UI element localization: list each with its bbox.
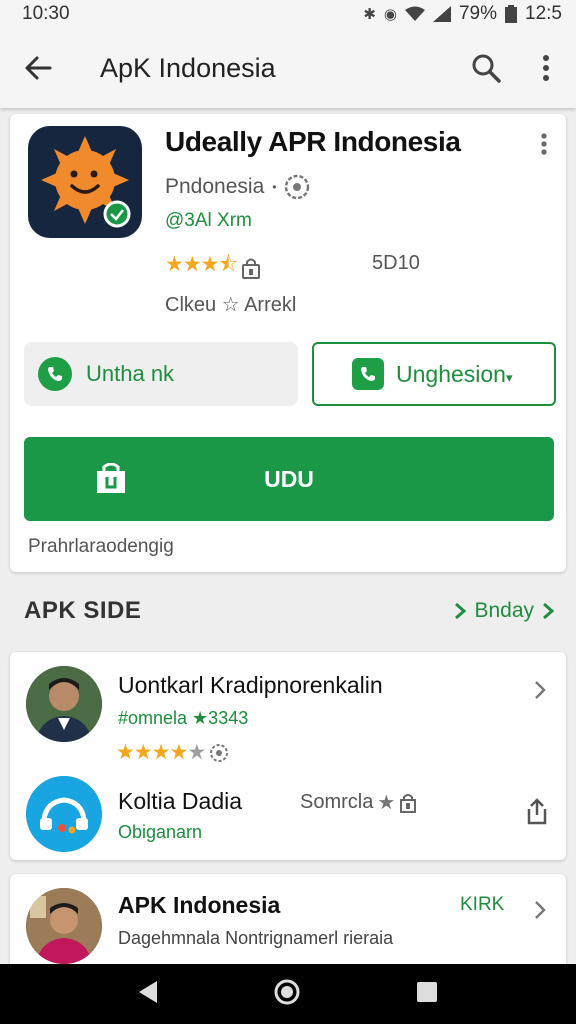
list-item[interactable]: Koltia Dadia Obiganarn Somrcla ★ bbox=[10, 764, 566, 860]
share-button[interactable] bbox=[522, 796, 552, 826]
chevron-right-icon bbox=[528, 678, 552, 702]
search-button[interactable] bbox=[456, 28, 516, 108]
page-title: ApK Indonesia bbox=[100, 52, 276, 83]
list-item-title: Koltia Dadia bbox=[118, 788, 243, 814]
dropdown-action-label: Unghesion▾ bbox=[396, 360, 513, 387]
list-item-title: Uontkarl Kradipnorenkalin bbox=[118, 672, 383, 698]
app-detail-card: Udeally APR Indonesia Pndonesia • @3Al X… bbox=[10, 114, 566, 572]
phone-icon bbox=[352, 358, 384, 390]
share-icon bbox=[527, 798, 547, 825]
phone-icon bbox=[38, 357, 72, 391]
battery-percent: 79% bbox=[458, 3, 498, 24]
signal-icon bbox=[432, 6, 451, 22]
more-vert-icon bbox=[541, 133, 547, 155]
app-name: Udeally APR Indonesia bbox=[165, 126, 461, 157]
star-icon: ★ bbox=[377, 792, 396, 814]
app-more-button[interactable] bbox=[532, 132, 556, 156]
separator-dot: • bbox=[272, 180, 277, 194]
list-item-meta-label: Somrcla bbox=[300, 791, 374, 813]
status-clock: 12:5 bbox=[525, 3, 562, 24]
action-buttons: Untha nk Unghesion▾ bbox=[24, 342, 556, 408]
nav-back-button[interactable] bbox=[137, 979, 159, 1010]
app-tag: @3Al Xrm bbox=[165, 210, 252, 231]
list-item[interactable]: Uontkarl Kradipnorenkalin #omnela ★3343 … bbox=[10, 652, 566, 764]
star-rating: ★★★⯪ bbox=[165, 253, 238, 276]
install-button[interactable]: UDU bbox=[24, 437, 554, 521]
triangle-back-icon bbox=[139, 980, 157, 1003]
section-link-label: Bnday bbox=[474, 599, 534, 622]
avatar bbox=[26, 666, 102, 742]
rating-row: ★★★⯪ bbox=[165, 250, 261, 285]
status-time: 10:30 bbox=[22, 3, 70, 24]
bluetooth-icon: ✱ bbox=[363, 6, 376, 23]
lock-badge-icon bbox=[242, 258, 261, 279]
app-bar: ApK Indonesia bbox=[0, 28, 576, 108]
star-rating: ★★★★★ bbox=[116, 741, 206, 764]
secondary-action-label: Untha nk bbox=[86, 361, 175, 386]
badge-icon bbox=[210, 743, 229, 762]
package-icon bbox=[97, 463, 125, 493]
square-recents-icon bbox=[417, 981, 437, 1002]
avatar bbox=[26, 888, 102, 964]
avatar bbox=[26, 776, 102, 852]
nav-home-button[interactable] bbox=[273, 978, 301, 1011]
more-vert-icon bbox=[543, 55, 549, 81]
verified-badge-icon bbox=[285, 174, 310, 200]
sun-face-icon bbox=[41, 136, 131, 228]
list-item-title: APK Indonesia bbox=[118, 892, 281, 918]
status-bar: 10:30 ✱ ◉ 79% 12:5 bbox=[0, 0, 576, 28]
list-item-subtitle: Obiganarn bbox=[118, 822, 203, 842]
list-item-rating: ★★★★★ bbox=[116, 740, 229, 765]
list-item-subtitle: #omnela ★3343 bbox=[118, 708, 249, 728]
chevron-right-icon bbox=[528, 898, 552, 922]
chevron-right-icon bbox=[455, 602, 467, 620]
caret-down-icon: ▾ bbox=[505, 369, 513, 385]
secondary-action-button[interactable]: Untha nk bbox=[24, 342, 298, 406]
list-item-subtitle: Dagehmnala Nontrignamerl rieraia bbox=[118, 928, 394, 948]
back-button[interactable] bbox=[0, 28, 76, 108]
download-count: 5D10 bbox=[372, 252, 420, 274]
alarm-icon: ◉ bbox=[383, 6, 397, 23]
install-label: UDU bbox=[264, 465, 314, 492]
developer-name: Pndonesia bbox=[165, 175, 265, 198]
install-caption: Prahrlaraodengig bbox=[28, 536, 174, 557]
content-rating: Clkeu ☆ Arrekl bbox=[165, 294, 297, 316]
status-icons: ✱ ◉ 79% 12:5 bbox=[363, 3, 562, 25]
search-icon bbox=[472, 54, 501, 83]
lock-badge-icon bbox=[400, 793, 417, 813]
section-see-more-link[interactable]: Bnday bbox=[454, 599, 554, 623]
app-icon[interactable] bbox=[28, 126, 142, 238]
chevron-right-icon bbox=[543, 602, 554, 620]
dropdown-action-button[interactable]: Unghesion▾ bbox=[312, 342, 556, 406]
section-title: APK SIDE bbox=[24, 597, 142, 624]
arrow-left-icon bbox=[25, 56, 52, 80]
app-list-card: Uontkarl Kradipnorenkalin #omnela ★3343 … bbox=[10, 652, 566, 860]
wifi-icon bbox=[404, 6, 425, 21]
nav-recents-button[interactable] bbox=[415, 980, 439, 1009]
list-item-meta: Somrcla ★ bbox=[300, 790, 417, 815]
developer-row[interactable]: Pndonesia • bbox=[165, 174, 310, 200]
list-item-badge: KIRK bbox=[460, 894, 505, 915]
battery-icon bbox=[505, 5, 518, 23]
circle-home-icon bbox=[274, 979, 300, 1004]
system-nav-bar bbox=[0, 964, 576, 1024]
section-header: APK SIDE Bnday bbox=[0, 588, 576, 634]
overflow-menu-button[interactable] bbox=[516, 28, 576, 108]
